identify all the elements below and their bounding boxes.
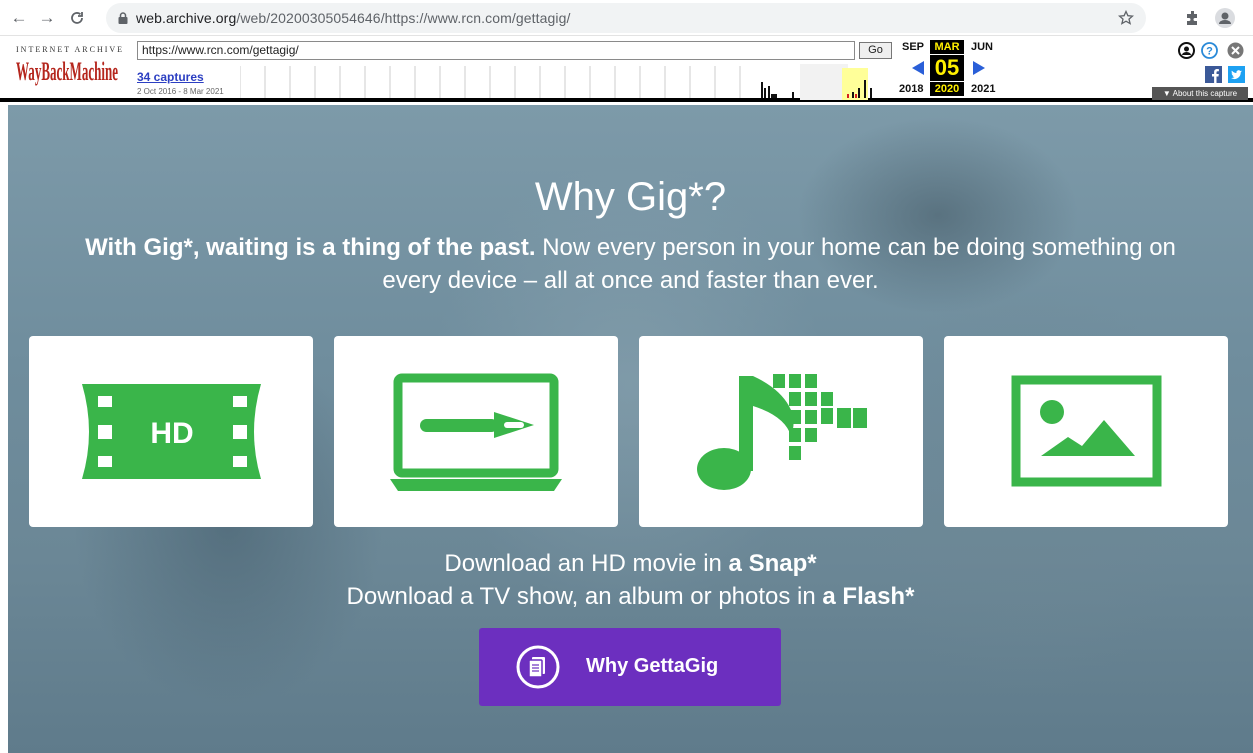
flash-line-bold: a Flash* [822,583,915,610]
about-capture-button[interactable]: ▼ About this capture [1152,87,1248,100]
svg-text:?: ? [1206,46,1213,58]
snap-line-text: Download an HD movie in [444,550,729,577]
why-gettagig-label: Why GettaGig [586,655,719,677]
month-next[interactable]: JUN [971,41,993,53]
wayback-url-input[interactable]: https://www.rcn.com/gettagig/ [137,41,855,60]
flash-line: Download a TV show, an album or photos i… [8,583,1253,611]
wayback-logo-caption: INTERNET ARCHIVE [16,45,125,54]
page-title: Why Gig*? [534,175,727,219]
hd-film-icon: HD [82,384,261,479]
lock-icon [118,12,128,24]
document-icon [516,645,560,689]
card-laptop-download [334,336,618,527]
back-arrow-icon[interactable]: ← [8,7,30,29]
address-bar[interactable]: web.archive.org/web/20200305054646/https… [106,3,1146,33]
month-current: MAR [930,40,964,54]
twitter-icon[interactable] [1228,66,1245,83]
prev-capture-arrow-icon[interactable] [910,60,926,76]
wayback-logo[interactable]: WayBackMachine [16,56,118,86]
svg-text:WayBackMachine: WayBackMachine [16,57,118,86]
reload-icon[interactable] [66,7,88,29]
snap-line: Download an HD movie in a Snap* [8,550,1253,578]
hero-subtitle-bold: With Gig*, waiting is a thing of the pas… [85,234,536,261]
capture-sparkline[interactable] [240,64,891,100]
flash-line-text: Download a TV show, an album or photos i… [346,583,823,610]
close-icon[interactable] [1227,42,1244,59]
year-prev[interactable]: 2018 [899,83,923,95]
captures-link[interactable]: 34 captures [137,70,204,84]
card-photos [944,336,1228,527]
hero-section: Why Gig*? With Gig*, waiting is a thing … [8,105,1253,753]
month-prev[interactable]: SEP [902,41,924,53]
go-button[interactable]: Go [859,42,892,59]
profile-icon[interactable] [1215,8,1235,28]
svg-text:HD: HD [150,417,193,450]
url-text: web.archive.org/web/20200305054646/https… [136,10,571,26]
star-icon[interactable] [1118,10,1134,26]
music-grid-icon [697,374,867,490]
account-icon[interactable] [1178,42,1195,59]
snap-line-bold: a Snap* [728,550,817,577]
year-next[interactable]: 2021 [971,83,995,95]
help-icon[interactable]: ? [1201,42,1218,59]
why-gettagig-button[interactable]: Why GettaGig [479,628,781,706]
forward-arrow-icon[interactable]: → [36,7,58,29]
laptop-download-icon [390,373,562,491]
capture-date-range: 2 Oct 2016 - 8 Mar 2021 [137,87,224,96]
photo-icon [1011,375,1162,487]
year-current: 2020 [930,82,964,96]
card-hd-movie: HD [29,336,313,527]
wayback-toolbar: INTERNET ARCHIVE WayBackMachine https://… [0,36,1253,102]
browser-toolbar: ← → web.archive.org/web/20200305054646/h… [0,0,1253,36]
card-music-album [639,336,923,527]
capture-day: 05 [930,55,964,81]
hero-subtitle: With Gig*, waiting is a thing of the pas… [68,231,1193,297]
facebook-icon[interactable] [1205,66,1222,83]
next-capture-arrow-icon[interactable] [971,60,987,76]
extensions-icon[interactable] [1183,8,1203,28]
